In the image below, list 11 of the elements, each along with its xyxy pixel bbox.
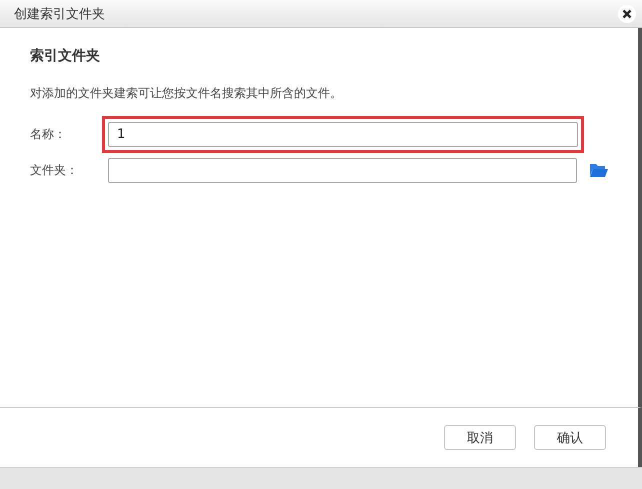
description-text: 对添加的文件夹建索可让您按文件名搜索其中所含的文件。 xyxy=(30,85,343,102)
close-icon[interactable] xyxy=(618,4,636,22)
field-label: 名称： xyxy=(30,126,67,142)
section-heading: 索引文件夹 xyxy=(30,47,101,65)
confirm-button[interactable]: 确认 xyxy=(534,425,606,450)
field-label: 文件夹： xyxy=(30,162,79,178)
window-title: 创建索引文件夹 xyxy=(14,6,105,22)
folder-field[interactable] xyxy=(108,158,578,182)
cancel-button[interactable]: 取消 xyxy=(444,425,516,450)
name-field[interactable]: 1 xyxy=(108,122,578,146)
folder-icon[interactable] xyxy=(589,162,608,178)
